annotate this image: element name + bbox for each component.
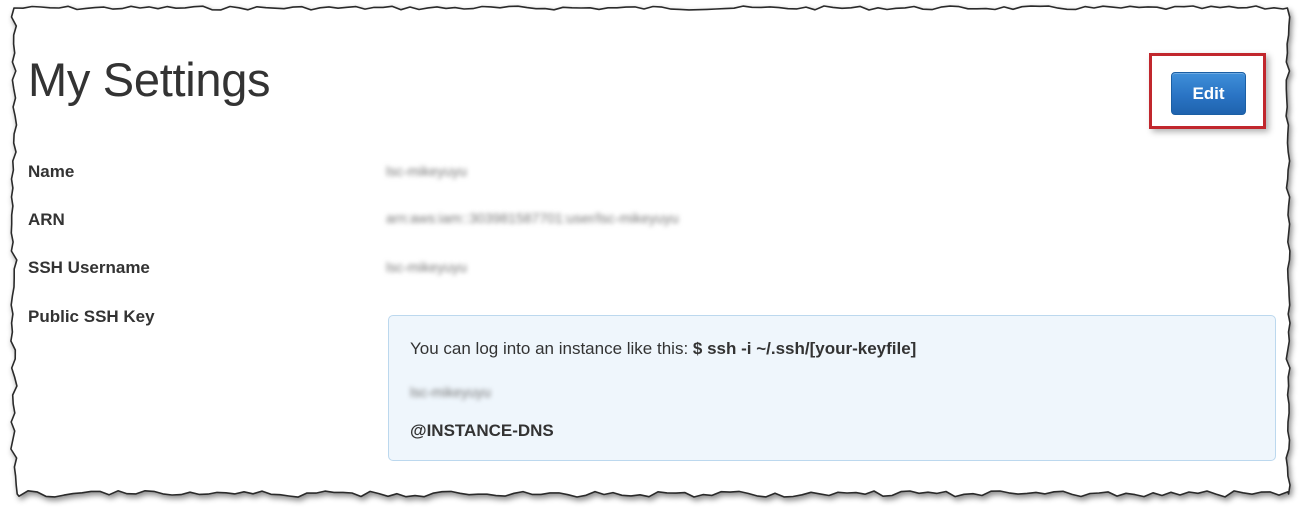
ssh-info-box: You can log into an instance like this: … [388, 315, 1276, 461]
edit-button[interactable]: Edit [1171, 72, 1246, 115]
name-label: Name [28, 162, 75, 181]
ssh-username-label: SSH Username [28, 258, 150, 277]
instance-dns-text: @INSTANCE-DNS [410, 421, 554, 440]
arn-label: ARN [28, 210, 65, 229]
public-ssh-key-label: Public SSH Key [28, 307, 155, 326]
ssh-hint-text: You can log into an instance like this: [410, 339, 693, 358]
arn-value: arn:aws:iam::303981587701:user/lsc-mikey… [386, 210, 679, 226]
settings-panel: My Settings Edit Name lsc-mikeyuyu ARN a… [0, 0, 1300, 520]
ssh-hint-line: You can log into an instance like this: … [410, 338, 916, 360]
page-title: My Settings [28, 53, 271, 106]
name-value: lsc-mikeyuyu [386, 163, 467, 179]
ssh-user-value: lsc-mikeyuyu [410, 384, 491, 400]
ssh-command: $ ssh -i ~/.ssh/[your-keyfile] [692, 339, 917, 358]
ssh-username-value: lsc-mikeyuyu [386, 259, 467, 275]
